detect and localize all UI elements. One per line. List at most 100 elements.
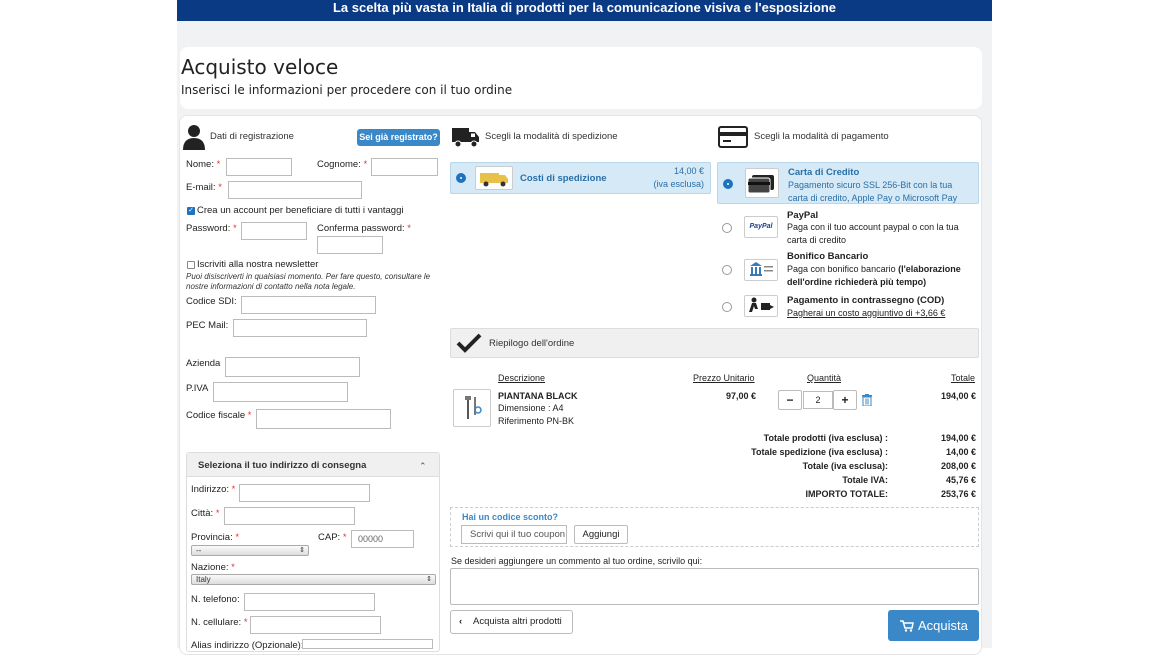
delivery-address-header[interactable]: Seleziona il tuo indirizzo di consegna ⌃ bbox=[187, 453, 439, 477]
indirizzo-label: Indirizzo: * bbox=[191, 484, 236, 495]
table-row: PIANTANA BLACK Dimensione : A4 Riferimen… bbox=[450, 386, 979, 428]
pec-field[interactable] bbox=[233, 319, 367, 337]
totals-row-0-label: Totale prodotti (iva esclusa) : bbox=[763, 433, 888, 443]
totals-row-1-label: Totale spedizione (iva esclusa) : bbox=[751, 447, 888, 457]
cellulare-field[interactable] bbox=[250, 616, 381, 634]
nazione-label: Nazione: * bbox=[191, 562, 235, 573]
azienda-field[interactable] bbox=[225, 357, 360, 377]
shipping-radio[interactable] bbox=[456, 173, 466, 183]
paypal-desc: Paga con il tuo account paypal o con la … bbox=[787, 222, 959, 245]
card-title: Carta di Credito bbox=[788, 167, 860, 178]
product-thumbnail[interactable] bbox=[453, 389, 491, 427]
page-container: Acquisto veloce Inserisci le informazion… bbox=[177, 21, 992, 655]
buy-label: Acquista bbox=[918, 618, 968, 633]
coupon-input[interactable]: Scrivi qui il tuo coupon bbox=[461, 525, 567, 544]
newsletter-checkbox[interactable] bbox=[187, 261, 195, 269]
discount-title: Hai un codice sconto? bbox=[462, 512, 559, 522]
paypal-radio[interactable] bbox=[722, 223, 732, 233]
page-subtitle: Inserisci le informazioni per procedere … bbox=[181, 83, 513, 97]
alias-label: Alias indirizzo (Opzionale): bbox=[191, 640, 304, 651]
totals-row-4-label: IMPORTO TOTALE: bbox=[805, 489, 889, 499]
credit-card-header-icon bbox=[718, 126, 748, 148]
product-name[interactable]: PIANTANA BLACK bbox=[498, 391, 578, 401]
card-desc: Pagamento sicuro SSL 256-Bit con la tua … bbox=[788, 180, 958, 203]
codice-fiscale-field[interactable] bbox=[256, 409, 391, 429]
order-totals: Totale prodotti (iva esclusa) : 194,00 €… bbox=[610, 433, 979, 503]
quantity-minus-button[interactable]: − bbox=[778, 390, 802, 410]
page-title: Acquisto veloce bbox=[181, 55, 339, 79]
quantity-plus-button[interactable]: + bbox=[833, 390, 857, 410]
cap-field[interactable]: 00000 bbox=[351, 530, 414, 548]
chevron-left-icon: ‹ bbox=[459, 616, 463, 627]
nome-label: Nome: * bbox=[186, 159, 221, 170]
delivery-address-title: Seleziona il tuo indirizzo di consegna bbox=[198, 460, 367, 471]
create-account-checkbox[interactable]: ✓ bbox=[187, 207, 195, 215]
pec-label: PEC Mail: bbox=[186, 320, 229, 331]
apply-coupon-button[interactable]: Aggiungi bbox=[574, 525, 628, 544]
continue-shopping-button[interactable]: ‹ Acquista altri prodotti bbox=[450, 610, 573, 634]
bank-desc: Paga con bonifico bancario (l'elaborazio… bbox=[787, 264, 961, 287]
payment-option-card[interactable]: Carta di Credito Pagamento sicuro SSL 25… bbox=[717, 162, 979, 204]
provincia-label: Provincia: * bbox=[191, 532, 240, 543]
bank-radio[interactable] bbox=[722, 265, 732, 275]
buy-button[interactable]: Acquista bbox=[888, 610, 979, 641]
password-field[interactable] bbox=[241, 222, 307, 240]
provincia-select[interactable]: -- ⇕ bbox=[191, 545, 309, 556]
payment-section: Scegli la modalità di pagamento Carta di… bbox=[717, 116, 979, 326]
nazione-select[interactable]: Italy ⇕ bbox=[191, 574, 436, 585]
comment-textarea[interactable] bbox=[450, 568, 979, 605]
top-banner: La scelta più vasta in Italia di prodott… bbox=[177, 0, 992, 21]
totals-row-4-value: 253,76 € bbox=[940, 489, 976, 499]
totals-row-3-value: 45,76 € bbox=[945, 475, 976, 485]
nome-field[interactable] bbox=[226, 158, 292, 176]
col-total: Totale bbox=[951, 373, 976, 383]
azienda-label: Azienda bbox=[186, 358, 221, 369]
shipping-option[interactable]: Costi di spedizione 14,00 € (iva esclusa… bbox=[450, 162, 711, 194]
confirm-password-label: Conferma password: * bbox=[317, 223, 411, 234]
already-registered-button[interactable]: Sei già registrato? bbox=[357, 129, 440, 146]
create-account-label: Crea un account per beneficiare di tutti… bbox=[197, 205, 404, 216]
shipping-section: Scegli la modalità di spedizione Costi d… bbox=[450, 116, 712, 196]
telefono-label: N. telefono: bbox=[191, 594, 240, 605]
product-unit-price: 97,00 € bbox=[726, 391, 757, 401]
page-header: Acquisto veloce Inserisci le informazion… bbox=[180, 47, 982, 109]
sdi-label: Codice SDI: bbox=[186, 296, 237, 307]
paypal-title: PayPal bbox=[787, 210, 819, 221]
trash-icon[interactable] bbox=[862, 394, 872, 406]
indirizzo-field[interactable] bbox=[239, 484, 370, 502]
bank-icon bbox=[744, 259, 778, 281]
cellulare-label: N. cellulare: * bbox=[191, 617, 248, 628]
col-description: Descrizione bbox=[498, 373, 546, 383]
col-quantity: Quantità bbox=[807, 373, 842, 383]
chevron-up-icon[interactable]: ⌃ bbox=[419, 461, 427, 472]
shipping-price: 14,00 € bbox=[673, 166, 704, 176]
cart-icon bbox=[900, 620, 914, 632]
codice-fiscale-label: Codice fiscale * bbox=[186, 410, 252, 421]
totals-row-2-label: Totale (iva esclusa): bbox=[802, 461, 888, 471]
quantity-input[interactable]: 2 bbox=[803, 391, 833, 409]
cod-radio[interactable] bbox=[722, 302, 732, 312]
product-line-total: 194,00 € bbox=[940, 391, 976, 401]
card-radio[interactable] bbox=[723, 179, 733, 189]
cognome-field[interactable] bbox=[371, 158, 438, 176]
truck-icon bbox=[452, 128, 479, 148]
cognome-label: Cognome: * bbox=[317, 159, 368, 170]
cap-label: CAP: * bbox=[318, 532, 347, 543]
piva-field[interactable] bbox=[213, 382, 348, 402]
delivery-address-box: Seleziona il tuo indirizzo di consegna ⌃… bbox=[186, 452, 440, 652]
citta-field[interactable] bbox=[224, 507, 355, 525]
registration-title: Dati di registrazione bbox=[210, 131, 294, 142]
email-field[interactable] bbox=[228, 181, 362, 199]
confirm-password-field[interactable] bbox=[317, 236, 383, 254]
piva-label: P.IVA bbox=[186, 383, 209, 394]
sdi-field[interactable] bbox=[241, 296, 376, 314]
telefono-field[interactable] bbox=[244, 593, 375, 611]
shipping-title: Scegli la modalità di spedizione bbox=[485, 131, 618, 142]
citta-label: Città: * bbox=[191, 508, 220, 519]
cod-desc[interactable]: Pagherai un costo aggiuntivo di +3,66 € bbox=[787, 307, 972, 320]
bank-title: Bonifico Bancario bbox=[787, 251, 869, 262]
totals-row-2-value: 208,00 € bbox=[940, 461, 976, 471]
shipping-price-note: (iva esclusa) bbox=[653, 179, 704, 189]
cash-on-delivery-icon bbox=[744, 295, 778, 317]
payment-title: Scegli la modalità di pagamento bbox=[754, 131, 889, 142]
